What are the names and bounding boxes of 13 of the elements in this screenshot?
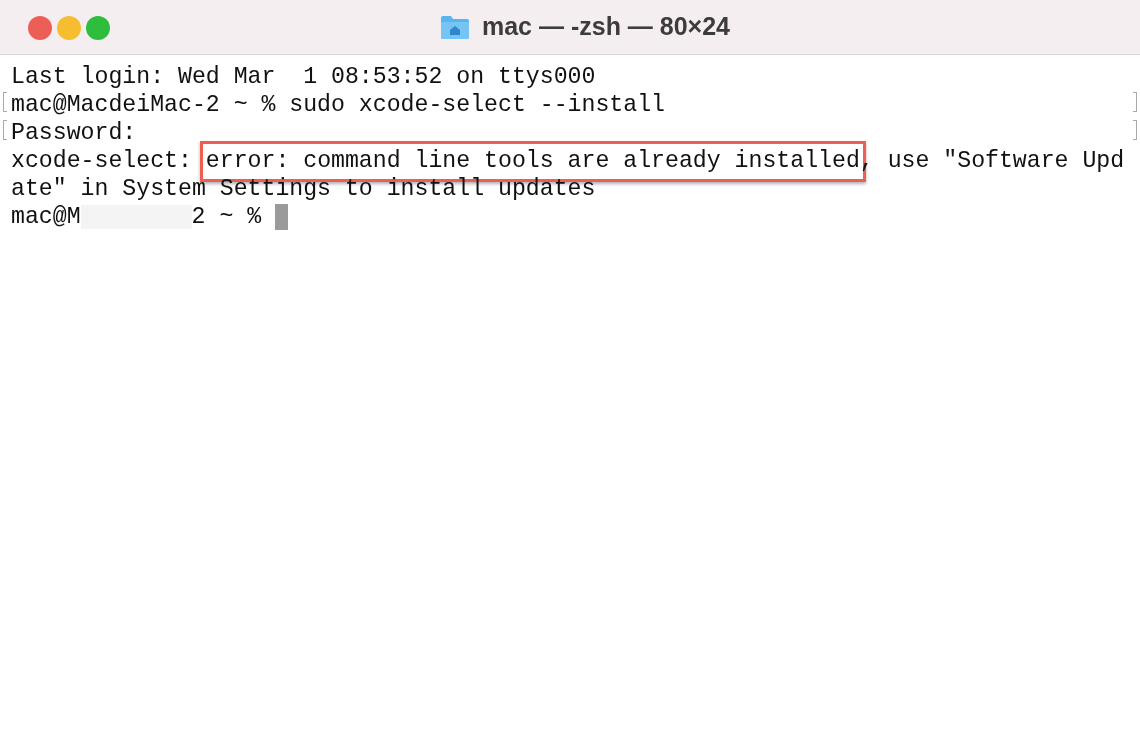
home-folder-icon xyxy=(439,14,470,40)
line-mark-icon xyxy=(1133,120,1137,140)
terminal-line: Password: xyxy=(11,120,137,146)
terminal-line: Last login: Wed Mar 1 08:53:52 on ttys000 xyxy=(11,64,596,90)
line-mark-icon xyxy=(1133,92,1137,112)
terminal-line: mac@MacdeiMac-2 ~ % sudo xcode-select --install xyxy=(11,92,665,118)
minimize-button[interactable] xyxy=(57,16,81,40)
window-title: mac — -zsh — 80×24 xyxy=(481,11,730,43)
terminal-text: mac@M xyxy=(11,203,81,232)
terminal-text: 2 ~ % xyxy=(191,203,262,232)
terminal-text: xcode-select: xyxy=(11,147,193,176)
zoom-button[interactable] xyxy=(86,16,110,40)
close-button[interactable] xyxy=(28,16,52,40)
